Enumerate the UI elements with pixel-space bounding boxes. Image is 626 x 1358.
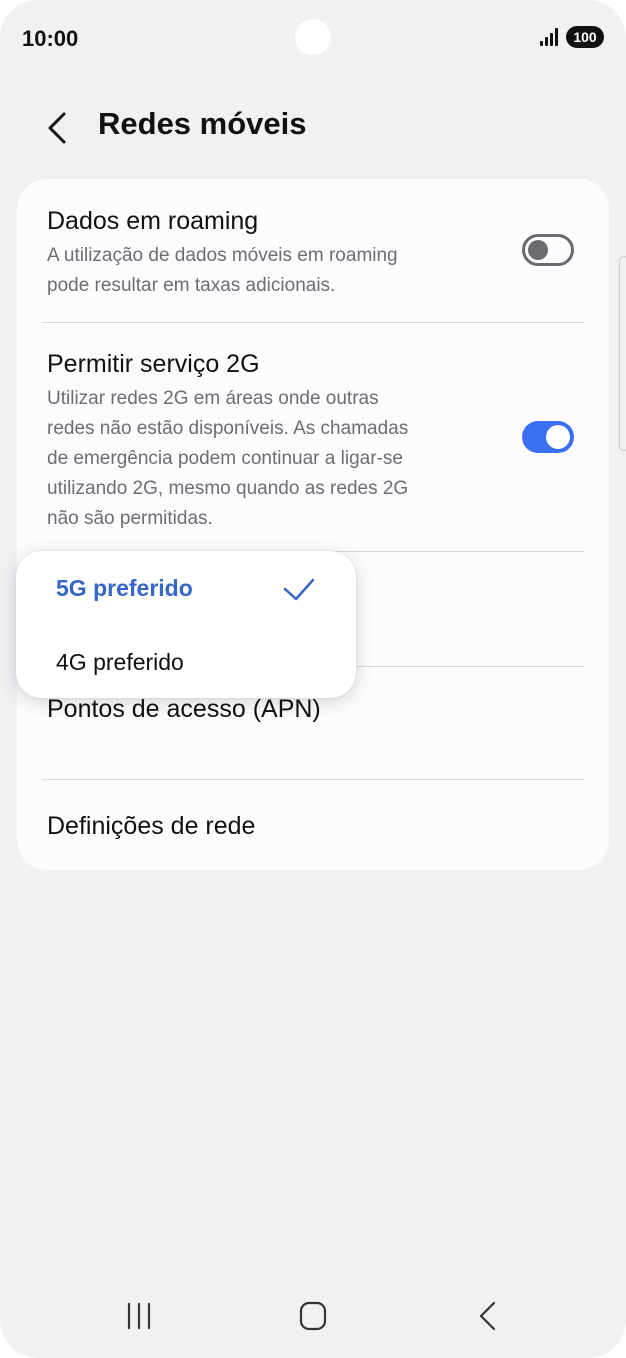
- phone-screen: 10:00 100 Redes móveis Dados em roaming …: [0, 0, 626, 1358]
- roaming-toggle[interactable]: [522, 234, 574, 266]
- option-4g-preferred[interactable]: 4G preferido: [56, 649, 184, 676]
- allow-2g-subtitle: Utilizar redes 2G em áreas onde outras r…: [47, 388, 409, 529]
- status-time: 10:00: [22, 26, 79, 51]
- page-title: Redes móveis: [98, 106, 307, 141]
- roaming-title: Dados em roaming: [47, 207, 259, 235]
- edge-panel-handle[interactable]: [619, 256, 626, 451]
- divider: [42, 779, 584, 780]
- home-icon[interactable]: [299, 1301, 327, 1331]
- network-mode-popup: 5G preferido 4G preferido: [16, 551, 356, 698]
- battery-indicator: 100: [566, 26, 604, 48]
- chevron-left-icon: [48, 112, 66, 144]
- cell-signal-icon: [540, 28, 560, 46]
- divider: [42, 322, 584, 323]
- option-5g-preferred[interactable]: 5G preferido: [56, 575, 193, 602]
- back-icon[interactable]: [476, 1300, 500, 1332]
- camera-cutout: [295, 19, 331, 55]
- apn-title: Pontos de acesso (APN): [47, 695, 321, 723]
- network-settings-title: Definições de rede: [47, 812, 256, 840]
- back-button[interactable]: [40, 108, 76, 148]
- allow-2g-title: Permitir serviço 2G: [47, 350, 260, 378]
- status-icons: 100: [540, 26, 604, 48]
- roaming-subtitle: A utilização de dados móveis em roaming …: [47, 245, 398, 296]
- checkmark-icon: [283, 578, 315, 601]
- recents-icon[interactable]: [124, 1302, 154, 1330]
- settings-card: Dados em roaming A utilização de dados m…: [17, 179, 609, 870]
- allow-2g-toggle[interactable]: [522, 421, 574, 453]
